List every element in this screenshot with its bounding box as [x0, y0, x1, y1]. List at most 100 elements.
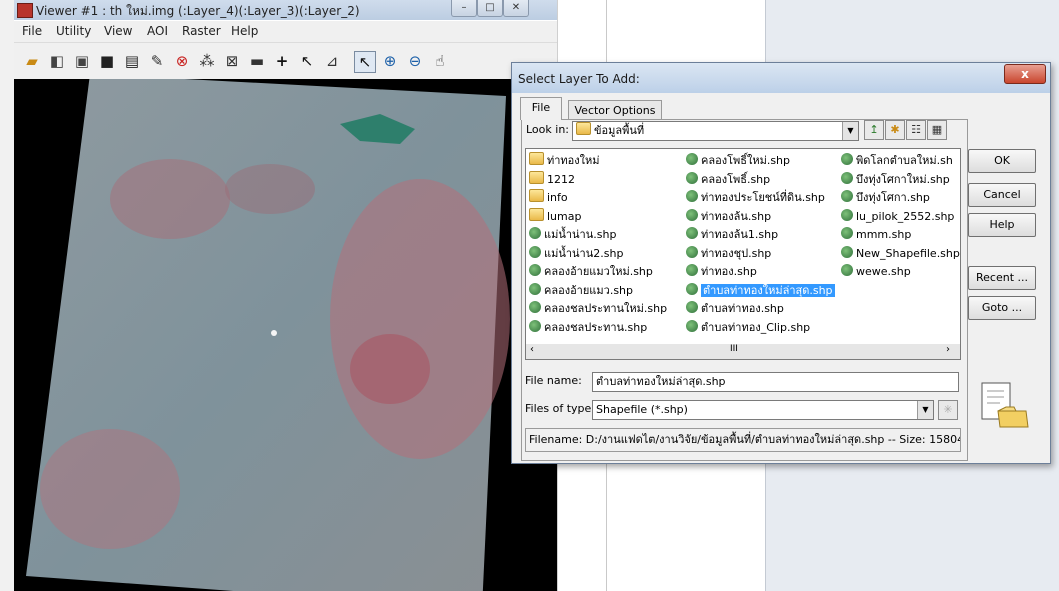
recent-button[interactable]: Recent ... — [968, 266, 1036, 290]
ok-button[interactable]: OK — [968, 149, 1036, 173]
folder-item[interactable]: 1212 — [529, 170, 575, 188]
globe-icon — [841, 264, 853, 276]
file-item-label: lu_pilok_2552.shp — [856, 209, 955, 223]
shapefile-item[interactable]: แม่น้ำน่าน.shp — [529, 226, 616, 243]
pan-icon[interactable]: ⊠ — [222, 51, 242, 71]
zoom-in-icon[interactable]: ⊕ — [380, 51, 400, 71]
fit-icon[interactable]: ⁂ — [197, 51, 217, 71]
details-view-icon[interactable]: ▦ — [927, 120, 947, 140]
shapefile-item[interactable]: ท่าทองล้น.shp — [686, 208, 771, 225]
globe-icon — [529, 227, 541, 239]
status-line: Filename: D:/งานแฟดไต/งานวิจัย/ข้อมูลพื้… — [525, 428, 961, 452]
list-view-icon[interactable]: ☷ — [906, 120, 926, 140]
zoom-out-icon[interactable]: ⊖ — [405, 51, 425, 71]
image-canvas[interactable] — [14, 79, 557, 591]
shapefile-item[interactable]: บึงทุ่งโศกา.shp — [841, 189, 930, 206]
globe-icon — [686, 208, 698, 221]
filter-icon[interactable]: ✳ — [938, 400, 958, 420]
shapefile-item[interactable]: lu_pilok_2552.shp — [841, 208, 954, 225]
globe-icon — [841, 227, 853, 239]
shapefile-item[interactable]: คลองโพธิ์ใหม่.shp — [686, 152, 790, 169]
globe-icon — [686, 190, 698, 202]
goto-button[interactable]: Goto ... — [968, 296, 1036, 320]
app-icon — [17, 3, 33, 18]
new-folder-icon[interactable]: ✱ — [885, 120, 905, 140]
file-list[interactable]: ท่าทองใหม่ 1212 info lumap แม่น้ำน่าน.shp แม่… — [525, 148, 961, 346]
hand-icon[interactable]: ☝ — [430, 51, 450, 71]
scroll-left-icon[interactable]: ‹ — [530, 344, 534, 355]
globe-icon — [529, 319, 541, 332]
tab-file[interactable]: File — [520, 97, 562, 120]
folder-item[interactable]: ท่าทองใหม่ — [529, 152, 600, 169]
horizontal-scrollbar[interactable]: ‹ III › — [525, 344, 961, 360]
shapefile-item[interactable]: ตำบลท่าทอง_Clip.shp — [686, 319, 810, 336]
globe-icon — [841, 245, 853, 258]
folder-item[interactable]: lumap — [529, 207, 581, 225]
up-folder-icon[interactable]: ↥ — [864, 120, 884, 140]
measure-icon[interactable]: ▬ — [247, 51, 267, 71]
shapefile-item[interactable]: ท่าทอง.shp — [686, 263, 757, 280]
open-folder-icon[interactable]: ▰ — [22, 51, 42, 71]
chevron-down-icon[interactable]: ▼ — [917, 401, 933, 419]
clear-icon[interactable]: ⊗ — [172, 51, 192, 71]
menu-raster[interactable]: Raster — [182, 24, 221, 38]
globe-icon — [686, 171, 698, 184]
globe-icon — [686, 282, 698, 295]
globe-icon — [686, 245, 698, 258]
scroll-grip[interactable]: III — [730, 344, 738, 354]
menu-utility[interactable]: Utility — [56, 24, 91, 38]
look-in-combo[interactable]: ข้อมูลพื้นที่ ▼ — [572, 121, 859, 141]
shapefile-item[interactable]: บึงทุ่งโศกาใหม่.shp — [841, 171, 950, 188]
shapefile-item[interactable]: พิดโลกตำบลใหม่.sh — [841, 152, 953, 169]
open-file-icon[interactable]: ◧ — [47, 51, 67, 71]
cancel-button[interactable]: Cancel — [968, 183, 1036, 207]
globe-icon — [686, 264, 698, 276]
shapefile-item[interactable]: ท่าทองล้น1.shp — [686, 226, 778, 243]
save-icon[interactable]: ■ — [97, 51, 117, 71]
file-item-label: ท่าทองประโยชน์ที่ดิน.shp — [701, 191, 825, 204]
scroll-right-icon[interactable]: › — [946, 344, 950, 355]
minimize-button[interactable]: – — [451, 0, 477, 17]
profile-icon[interactable]: ⊿ — [322, 51, 342, 71]
shapefile-item[interactable]: คลองอ้ายแมว.shp — [529, 282, 633, 299]
inquire-icon[interactable]: ↖ — [297, 51, 317, 71]
shapefile-item[interactable]: ท่าทองชุป.shp — [686, 245, 771, 262]
shapefile-item[interactable]: คลองโพธิ์.shp — [686, 171, 770, 188]
viewer-menubar: File Utility View AOI Raster Help — [14, 21, 557, 43]
maximize-button[interactable]: □ — [477, 0, 503, 17]
eraser-icon[interactable]: ✎ — [147, 51, 167, 71]
tab-vector-options[interactable]: Vector Options — [568, 100, 662, 121]
file-name-input[interactable]: ตำบลท่าทองใหม่ล่าสุด.shp — [592, 372, 959, 392]
file-item-label: New_Shapefile.shp — [856, 246, 960, 260]
info-icon[interactable]: ▣ — [72, 51, 92, 71]
globe-icon — [686, 227, 698, 239]
help-button[interactable]: Help — [968, 213, 1036, 237]
shapefile-item[interactable]: แม่น้ำน่าน2.shp — [529, 245, 623, 262]
dialog-close-button[interactable]: x — [1004, 64, 1046, 84]
menu-help[interactable]: Help — [231, 24, 258, 38]
chevron-down-icon[interactable]: ▼ — [842, 122, 858, 140]
print-icon[interactable]: ▤ — [122, 51, 142, 71]
menu-view[interactable]: View — [104, 24, 132, 38]
pointer-icon[interactable]: ↖ — [354, 51, 376, 73]
file-item-label: คลองอ้ายแมว.shp — [544, 283, 634, 297]
crosshair-icon[interactable]: + — [272, 51, 292, 71]
shapefile-item[interactable]: ท่าทองประโยชน์ที่ดิน.shp — [686, 189, 825, 206]
shapefile-item[interactable]: New_Shapefile.shp — [841, 245, 960, 262]
menu-file[interactable]: File — [22, 24, 42, 38]
shapefile-item[interactable]: ตำบลท่าทองใหม่ล่าสุด.shp — [686, 282, 835, 299]
shapefile-item[interactable]: คลองชลประทาน.shp — [529, 319, 647, 336]
folder-icon — [529, 152, 544, 165]
file-name-label: File name: — [525, 374, 582, 387]
viewer-title-bar: Viewer #1 : th ใหม่.img (:Layer_4)(:Laye… — [14, 0, 557, 20]
shapefile-item[interactable]: mmm.shp — [841, 226, 911, 243]
folder-item[interactable]: info — [529, 189, 568, 206]
shapefile-item[interactable]: คลองชลประทานใหม่.shp — [529, 300, 667, 317]
shapefile-item[interactable]: คลองอ้ายแมวใหม่.shp — [529, 263, 653, 280]
shapefile-item[interactable]: ตำบลท่าทอง.shp — [686, 300, 784, 317]
menu-aoi[interactable]: AOI — [147, 24, 168, 38]
shapefile-item[interactable]: wewe.shp — [841, 263, 911, 280]
file-type-combo[interactable]: Shapefile (*.shp) ▼ — [592, 400, 934, 420]
close-button[interactable]: ✕ — [503, 0, 529, 17]
file-item-label: บึงทุ่งโศกาใหม่.shp — [856, 172, 950, 186]
